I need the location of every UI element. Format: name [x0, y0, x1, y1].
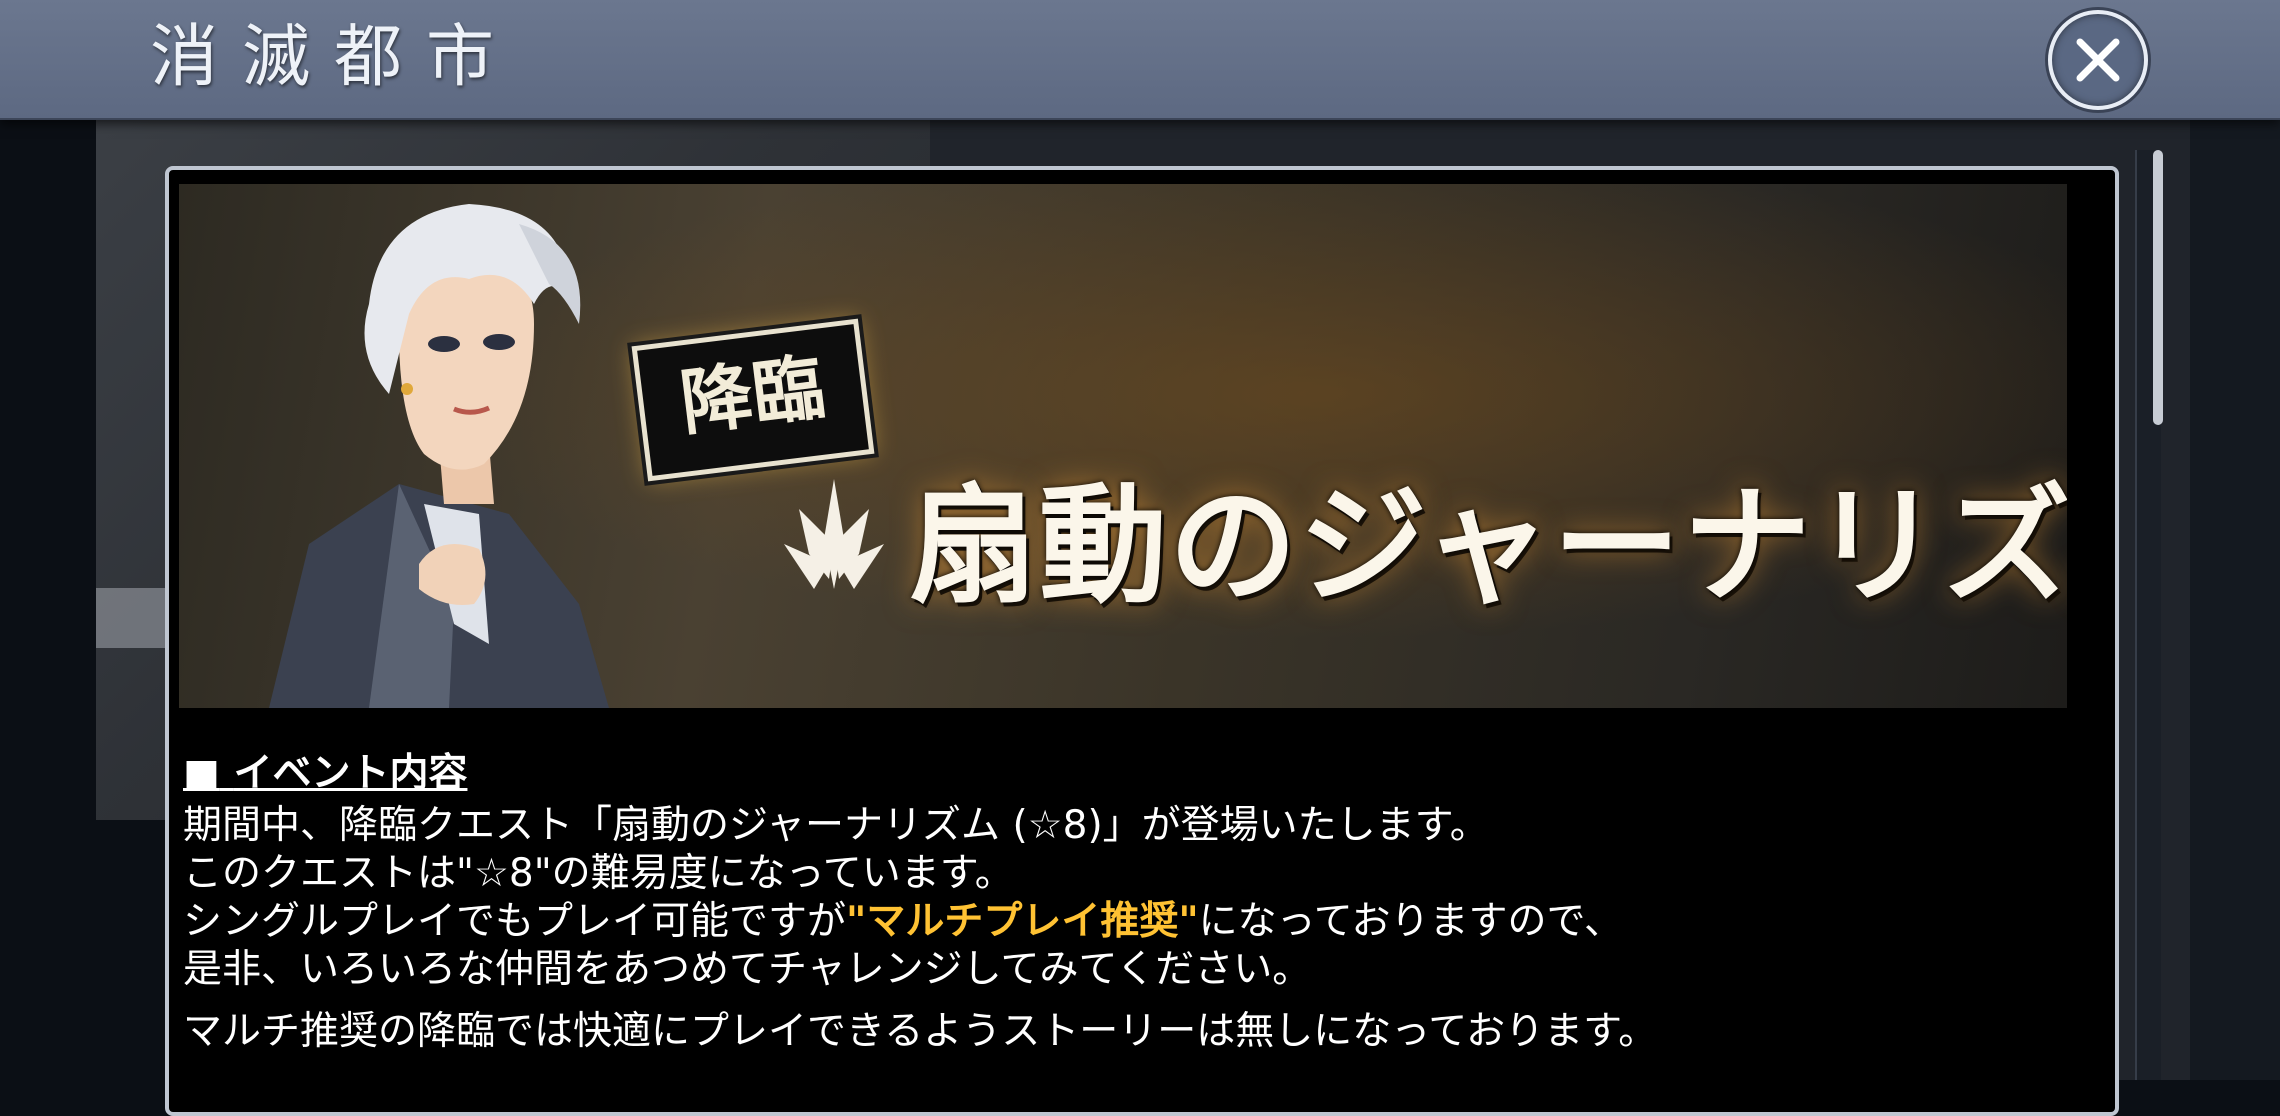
background-edge [2190, 120, 2280, 1080]
close-button[interactable] [2048, 10, 2148, 110]
description-line: シングルプレイでもプレイ可能ですが"マルチプレイ推奨"になっておりますので、 [183, 898, 2063, 946]
description-line: 期間中、降臨クエスト「扇動のジャーナリズム (☆8)」が登場いたします。 [183, 803, 1489, 848]
event-banner-image: 降臨 扇動のジャーナリズム [179, 184, 2067, 708]
fan-emblem-icon [784, 479, 884, 589]
text-fragment: になっておりますので、 [1198, 899, 1623, 944]
scrollbar-thumb[interactable] [2153, 150, 2163, 425]
section-heading: ■ イベント内容 [183, 750, 2063, 798]
description-line: このクエストは"☆8"の難易度になっています。 [183, 851, 1014, 896]
heading-marker: ■ [183, 751, 220, 796]
descent-badge: 降臨 [631, 318, 875, 482]
header-bar: 消滅都市 [0, 0, 2280, 120]
description-line: 是非、いろいろな仲間をあつめてチャレンジしてみてください。 [183, 947, 1312, 992]
multiplay-recommended-highlight: "マルチプレイ推奨" [846, 899, 1199, 944]
story-note: マルチ推奨の降臨では快適にプレイできるようストーリーは無しになっております。 [183, 1009, 1658, 1054]
event-description: ■ イベント内容 期間中、降臨クエスト「扇動のジャーナリズム (☆8)」が登場い… [183, 750, 2063, 1056]
description-paragraph: 期間中、降臨クエスト「扇動のジャーナリズム (☆8)」が登場いたします。 このク… [183, 802, 2063, 994]
heading-text: イベント内容 [233, 751, 468, 796]
text-fragment: シングルプレイでもプレイ可能ですが [183, 899, 847, 944]
close-icon [2076, 38, 2120, 82]
event-detail-modal: 降臨 扇動のジャーナリズム ■ イベント内容 期間中、降臨クエスト「扇動のジャー… [165, 166, 2119, 1116]
event-title: 扇動のジャーナリズム [909, 471, 2067, 621]
page-title: 消滅都市 [150, 18, 519, 97]
